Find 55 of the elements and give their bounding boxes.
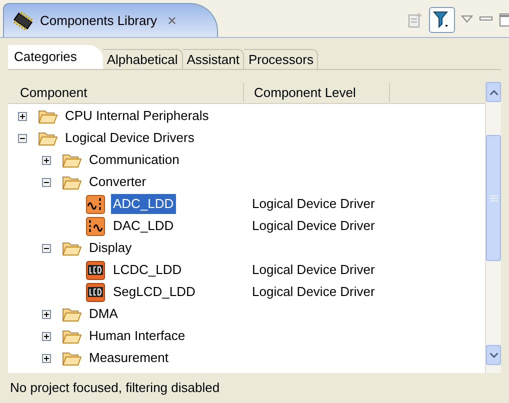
tree-item[interactable]: Display — [87, 238, 134, 258]
tab[interactable]: Processors — [244, 49, 318, 69]
table-cell-text: Logical Device Driver — [251, 195, 375, 214]
folder-icon — [38, 108, 58, 124]
scroll-up-button[interactable] — [486, 82, 501, 102]
tree-item[interactable]: DAC_LDD — [111, 216, 176, 236]
tree-item[interactable]: Human Interface — [87, 326, 188, 346]
tree-item[interactable]: Measurement — [87, 348, 170, 368]
waveform-icon — [86, 216, 105, 236]
expand-icon[interactable] — [42, 310, 51, 318]
tree-item[interactable]: LCDC_LDD — [111, 260, 184, 280]
tree-item[interactable]: Logical Device Drivers — [63, 128, 196, 148]
tree-item[interactable]: ADC_LDD — [111, 194, 176, 214]
column-header[interactable]: Component Level — [244, 82, 390, 102]
scroll-down-button[interactable] — [486, 345, 501, 365]
folder-icon — [62, 174, 82, 190]
expand-icon[interactable] — [42, 354, 51, 362]
tree-item[interactable]: Communication — [87, 150, 182, 170]
expand-icon[interactable] — [42, 156, 51, 164]
collapse-icon[interactable] — [42, 244, 51, 252]
tree-item[interactable]: CPU Internal Peripherals — [63, 106, 211, 126]
expand-icon[interactable] — [42, 332, 51, 340]
scrollbar[interactable] — [485, 82, 501, 373]
folder-icon — [62, 328, 82, 344]
tree-item[interactable]: DMA — [87, 304, 120, 324]
folder-icon — [62, 240, 82, 256]
funnel-icon — [433, 10, 451, 30]
lcd-icon — [86, 260, 105, 280]
grip-icon — [490, 194, 498, 202]
table-cell-text: Logical Device Driver — [251, 283, 375, 302]
status-text: No project focused, filtering disabled — [10, 379, 220, 398]
tree-item[interactable]: Converter — [87, 172, 148, 192]
table-cell-text: Logical Device Driver — [251, 217, 375, 236]
tab[interactable]: Alphabetical — [102, 49, 183, 69]
tab[interactable]: Categories — [8, 45, 103, 69]
view-menu-icon[interactable] — [461, 15, 473, 25]
folder-icon — [62, 306, 82, 322]
folder-icon — [38, 130, 58, 146]
scrollbar-thumb[interactable] — [486, 135, 501, 261]
waveform-icon — [86, 194, 105, 214]
collapse-icon[interactable] — [18, 134, 27, 142]
expand-icon[interactable] — [18, 112, 27, 120]
collapse-icon[interactable] — [42, 178, 51, 186]
column-header[interactable]: Component — [8, 82, 244, 102]
folder-icon — [62, 152, 82, 168]
filter-button[interactable] — [429, 7, 455, 33]
close-button[interactable]: ✕ — [167, 12, 178, 30]
view-tab[interactable]: Components Library ✕ — [3, 3, 218, 37]
lcd-icon — [86, 282, 105, 302]
table-cell-text: Logical Device Driver — [251, 261, 375, 280]
view-title: Components Library — [40, 12, 158, 30]
tree-item[interactable]: SegLCD_LDD — [111, 282, 198, 302]
tab[interactable]: Assistant — [182, 49, 244, 69]
folder-icon — [62, 350, 82, 366]
maximize-icon[interactable] — [499, 13, 509, 27]
